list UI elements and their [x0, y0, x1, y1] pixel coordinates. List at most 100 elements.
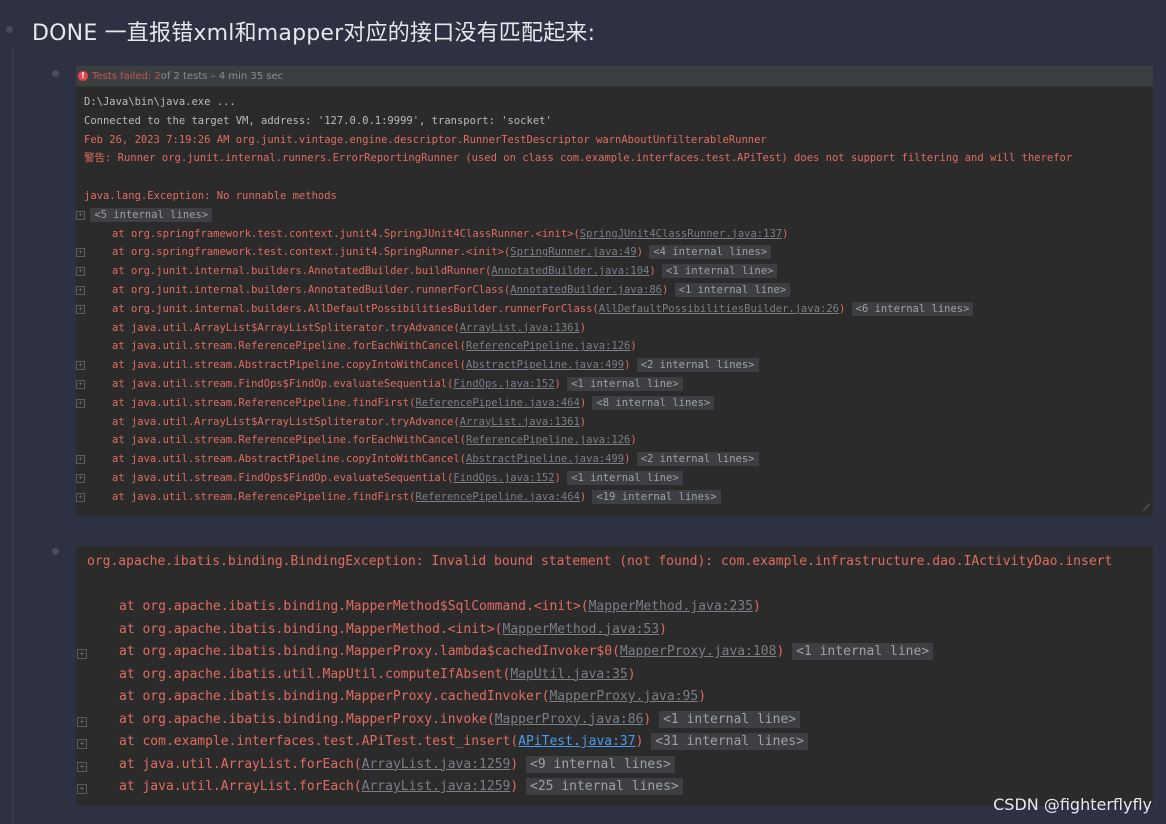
- source-link[interactable]: APiTest.java:37: [518, 734, 635, 749]
- stack-frame: + at com.example.interfaces.test.APiTest.…: [76, 731, 1153, 754]
- stack-frame: at java.util.stream.ReferencePipeline.fo…: [112, 340, 637, 353]
- frame-method: at java.util.stream.ReferencePipeline.fo…: [112, 434, 467, 447]
- expand-icon[interactable]: +: [76, 248, 85, 258]
- source-link[interactable]: SpringJUnit4ClassRunner.java:137: [580, 228, 782, 240]
- expand-icon[interactable]: +: [77, 761, 87, 772]
- expand-icon[interactable]: +: [76, 285, 85, 295]
- source-link[interactable]: MapperMethod.java:53: [503, 622, 660, 637]
- source-link[interactable]: MapperProxy.java:108: [620, 644, 777, 659]
- frame-method: at org.apache.ibatis.binding.MapperProxy…: [119, 644, 620, 659]
- expand-icon[interactable]: +: [77, 649, 87, 659]
- console-text: 警告: Runner org.junit.internal.runners.Er…: [84, 152, 1073, 165]
- console-text: D:\Java\bin\java.exe ...: [84, 96, 236, 108]
- source-link[interactable]: AbstractPipeline.java:499: [466, 359, 624, 371]
- stack-frame: + at java.util.stream.AbstractPipeline.co…: [76, 450, 1153, 469]
- console-line: 警告: Runner org.junit.internal.runners.Er…: [76, 149, 1153, 168]
- frame-method: at java.util.ArrayList$ArrayListSplitera…: [112, 321, 460, 334]
- source-link[interactable]: ReferencePipeline.java:464: [415, 397, 579, 409]
- stack-frame: + at java.util.stream.FindOps$FindOp.eval…: [76, 375, 1153, 394]
- console-line: Feb 26, 2023 7:19:26 AM org.junit.vintag…: [76, 131, 1153, 150]
- source-link[interactable]: SpringRunner.java:49: [510, 246, 636, 258]
- error-circle-icon: !: [78, 71, 88, 81]
- expand-icon[interactable]: +: [76, 492, 85, 502]
- stack-frame: + at java.util.stream.FindOps$FindOp.eval…: [76, 469, 1153, 488]
- internal-lines-fold[interactable]: <1 internal line>: [659, 710, 801, 728]
- stack-frame: at java.util.stream.ReferencePipeline.fo…: [112, 434, 637, 447]
- expand-icon[interactable]: +: [76, 210, 85, 220]
- internal-lines-fold[interactable]: <1 internal line>: [567, 470, 683, 485]
- internal-lines-fold[interactable]: <1 internal line>: [792, 643, 934, 660]
- internal-lines-fold[interactable]: <31 internal lines>: [651, 733, 808, 750]
- frame-method: at com.example.interfaces.test.APiTest.t…: [119, 734, 519, 749]
- console-line: D:\Java\bin\java.exe ...: [76, 93, 1153, 112]
- source-link[interactable]: AllDefaultPossibilitiesBuilder.java:26: [599, 303, 839, 315]
- internal-lines-fold[interactable]: <2 internal lines>: [636, 358, 759, 373]
- expand-icon[interactable]: +: [77, 739, 87, 749]
- frame-method: at java.util.ArrayList.forEach(: [119, 779, 362, 794]
- expand-icon[interactable]: +: [77, 784, 87, 794]
- internal-lines-fold[interactable]: <1 internal line>: [674, 282, 791, 297]
- frame-method: at org.apache.ibatis.binding.MapperMetho…: [119, 621, 503, 637]
- source-link[interactable]: ReferencePipeline.java:126: [466, 434, 630, 446]
- internal-lines-fold[interactable]: <5 internal lines>: [90, 207, 213, 222]
- source-link[interactable]: ArrayList.java:1259: [362, 757, 511, 772]
- stack-frame: + at org.junit.internal.builders.AllDefau…: [76, 300, 1153, 319]
- stack-frame: + at java.util.ArrayList.forEach(ArrayLis…: [76, 776, 1153, 799]
- expand-icon[interactable]: +: [77, 716, 87, 727]
- expand-icon[interactable]: +: [76, 267, 85, 277]
- internal-lines-fold[interactable]: <19 internal lines>: [592, 489, 721, 504]
- internal-lines-fold[interactable]: <4 internal lines>: [649, 245, 772, 260]
- stack-frame: + at org.springframework.test.context.jun…: [76, 243, 1153, 262]
- source-link[interactable]: MapperProxy.java:95: [549, 689, 698, 704]
- stack-frame: + at java.util.stream.ReferencePipeline.f…: [76, 394, 1153, 413]
- source-link[interactable]: ReferencePipeline.java:126: [466, 340, 630, 352]
- console-text: Feb 26, 2023 7:19:26 AM org.junit.vintag…: [84, 133, 767, 146]
- exception-output: org.apache.ibatis.binding.BindingExcepti…: [76, 546, 1153, 799]
- frame-method: at java.util.stream.FindOps$FindOp.evalu…: [112, 377, 454, 390]
- frame-method: at java.util.stream.AbstractPipeline.cop…: [112, 453, 467, 466]
- block-bullet-2[interactable]: [52, 548, 59, 555]
- source-link[interactable]: AbstractPipeline.java:499: [466, 453, 624, 465]
- frame-method: at org.apache.ibatis.binding.MapperMetho…: [119, 599, 589, 614]
- frame-method: at org.apache.ibatis.binding.MapperProxy…: [119, 711, 495, 727]
- internal-lines-fold[interactable]: <8 internal lines>: [592, 395, 715, 410]
- source-link[interactable]: MapUtil.java:35: [510, 667, 627, 682]
- source-link[interactable]: ReferencePipeline.java:464: [415, 491, 579, 503]
- internal-lines-fold[interactable]: <9 internal lines>: [526, 755, 675, 773]
- stack-frame: at org.apache.ibatis.binding.MapperProxy…: [119, 689, 707, 704]
- source-link[interactable]: ArrayList.java:1361: [460, 416, 580, 428]
- expand-icon[interactable]: +: [76, 304, 85, 314]
- source-link[interactable]: MapperProxy.java:86: [495, 712, 644, 727]
- internal-lines-fold[interactable]: <2 internal lines>: [636, 452, 759, 467]
- internal-lines-fold[interactable]: <25 internal lines>: [526, 778, 683, 795]
- stack-frame: at org.apache.ibatis.binding.MapperMetho…: [119, 599, 761, 614]
- source-link[interactable]: FindOps.java:152: [453, 472, 554, 484]
- expand-icon[interactable]: +: [76, 398, 85, 408]
- source-link[interactable]: FindOps.java:152: [453, 378, 554, 390]
- resize-handle-icon[interactable]: ⟋: [1143, 503, 1150, 514]
- source-link[interactable]: AnnotatedBuilder.java:86: [510, 284, 662, 296]
- stack-frame: + at org.apache.ibatis.binding.MapperProx…: [76, 709, 1153, 732]
- frame-method: at org.springframework.test.context.juni…: [112, 227, 580, 240]
- internal-lines-fold[interactable]: <1 internal line>: [662, 264, 778, 279]
- source-link[interactable]: ArrayList.java:1361: [460, 322, 580, 334]
- block-bullet-1[interactable]: [52, 70, 59, 77]
- frame-method: at java.util.stream.FindOps$FindOp.evalu…: [112, 471, 454, 484]
- source-link[interactable]: MapperMethod.java:235: [589, 599, 753, 614]
- internal-lines-fold[interactable]: <6 internal lines>: [851, 301, 974, 316]
- expand-icon[interactable]: +: [76, 361, 85, 371]
- source-link[interactable]: ArrayList.java:1259: [362, 779, 511, 794]
- console-line: Connected to the target VM, address: '12…: [76, 112, 1153, 131]
- source-link[interactable]: AnnotatedBuilder.java:104: [491, 265, 649, 277]
- frame-method: at org.junit.internal.builders.Annotated…: [112, 283, 511, 296]
- frame-method: at org.springframework.test.context.juni…: [112, 246, 511, 259]
- frame-method: at java.util.ArrayList$ArrayListSplitera…: [112, 415, 460, 428]
- expand-icon[interactable]: +: [76, 455, 85, 465]
- expand-icon[interactable]: +: [76, 379, 85, 389]
- frame-method: at org.apache.ibatis.binding.MapperProxy…: [119, 689, 550, 704]
- internal-lines-fold[interactable]: <1 internal line>: [567, 376, 683, 391]
- frame-method: at java.util.ArrayList.forEach(: [119, 756, 362, 772]
- expand-icon[interactable]: +: [76, 473, 85, 483]
